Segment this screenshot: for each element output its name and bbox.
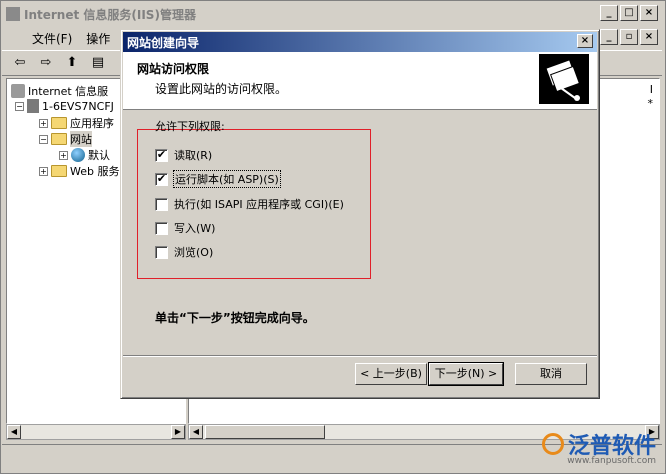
maximize-button[interactable]: □ <box>620 5 638 21</box>
tree-app-pools-label: 应用程序 <box>70 117 114 130</box>
tree-websites[interactable]: − 网站 <box>39 131 92 147</box>
brand-watermark: 泛普软件 www.fanpusoft.com <box>541 428 656 466</box>
cancel-button[interactable]: 取消 <box>515 363 587 385</box>
menu-file[interactable]: 文件(F) <box>32 30 72 47</box>
website-creation-wizard: 网站创建向导 × 网站访问权限 设置此网站的访问权限。 允许下列权限: ✔ 读取… <box>120 29 600 399</box>
execute-label: 执行(如 ISAPI 应用程序或 CGI)(E) <box>174 198 344 211</box>
tree-app-pools[interactable]: + 应用程序 <box>39 115 114 131</box>
folder-icon <box>51 133 67 145</box>
dialog-title: 网站创建向导 <box>127 35 200 50</box>
expand-icon[interactable]: + <box>39 118 48 128</box>
folder-icon <box>51 117 67 129</box>
next-button[interactable]: 下一步(N) > <box>428 362 504 386</box>
tree-web-ext[interactable]: + Web 服务 <box>39 163 119 179</box>
scroll-left-icon[interactable]: ◀ <box>7 425 21 439</box>
run-scripts-label: 运行脚本(如 ASP)(S) <box>173 170 281 188</box>
permission-browse[interactable]: 浏览(O) <box>155 244 213 260</box>
child-restore-button[interactable]: ▫ <box>620 29 638 45</box>
execute-checkbox[interactable] <box>155 197 168 211</box>
child-close-button[interactable]: × <box>640 29 658 45</box>
write-checkbox[interactable] <box>155 221 168 235</box>
dialog-header: 网站访问权限 设置此网站的访问权限。 <box>123 52 597 110</box>
brand-url: www.fanpusoft.com <box>567 456 656 466</box>
scroll-thumb[interactable] <box>205 425 325 439</box>
read-label: 读取(R) <box>174 149 213 162</box>
forward-arrow-icon[interactable]: ⇨ <box>36 53 56 73</box>
tree-root-label: Internet 信息服 <box>28 85 109 98</box>
permission-read[interactable]: ✔ 读取(R) <box>155 147 212 163</box>
tree-server-label: 1-6EVS7NCFJ <box>42 99 114 113</box>
expand-icon[interactable]: + <box>39 166 48 176</box>
close-button[interactable]: × <box>640 5 658 21</box>
read-checkbox[interactable]: ✔ <box>155 148 168 162</box>
scroll-left-icon[interactable]: ◀ <box>189 425 203 439</box>
browse-checkbox[interactable] <box>155 245 168 259</box>
row-marker: * <box>647 97 654 110</box>
write-label: 写入(W) <box>174 222 216 235</box>
tree-default-site-label: 默认 <box>88 149 110 162</box>
minimize-button[interactable]: _ <box>600 5 618 21</box>
server-icon <box>27 99 39 113</box>
permission-execute[interactable]: 执行(如 ISAPI 应用程序或 CGI)(E) <box>155 196 344 212</box>
run-scripts-checkbox[interactable]: ✔ <box>155 172 168 186</box>
back-arrow-icon[interactable]: ⇦ <box>10 53 30 73</box>
child-minimize-button[interactable]: _ <box>600 29 618 45</box>
tree-root[interactable]: Internet 信息服 <box>11 83 108 99</box>
tree-default-site[interactable]: + 默认 <box>59 147 110 163</box>
main-window-title: Internet 信息服务(IIS)管理器 <box>24 7 196 22</box>
permission-write[interactable]: 写入(W) <box>155 220 215 236</box>
dialog-titlebar: 网站创建向导 × <box>123 32 597 52</box>
column-header-marker: I <box>649 83 653 96</box>
scroll-right-icon[interactable]: ▶ <box>171 425 185 439</box>
show-tree-icon[interactable]: ▤ <box>88 53 108 73</box>
wizard-book-icon <box>539 54 589 104</box>
brand-logo-icon <box>541 433 564 455</box>
collapse-icon[interactable]: − <box>39 134 48 144</box>
finish-hint: 单击“下一步”按钮完成向导。 <box>155 311 315 325</box>
menu-action[interactable]: 操作 <box>86 30 110 47</box>
main-titlebar: Internet 信息服务(IIS)管理器 _ □ × <box>2 2 662 26</box>
collapse-icon[interactable]: − <box>15 101 24 111</box>
back-button[interactable]: < 上一步(B) <box>355 363 427 385</box>
dialog-close-button[interactable]: × <box>577 34 593 48</box>
folder-icon <box>51 165 67 177</box>
tree-web-ext-label: Web 服务 <box>70 165 120 178</box>
step-title: 网站访问权限 <box>137 62 210 76</box>
tree-server[interactable]: − 1-6EVS7NCFJ <box>15 99 114 113</box>
up-folder-icon[interactable]: ⬆ <box>62 53 82 73</box>
permission-run-scripts[interactable]: ✔ 运行脚本(如 ASP)(S) <box>155 170 281 188</box>
step-subtitle: 设置此网站的访问权限。 <box>155 82 288 96</box>
iis-app-icon <box>6 7 20 21</box>
browse-label: 浏览(O) <box>174 246 214 259</box>
tree-hscrollbar[interactable]: ◀ ▶ <box>6 424 186 440</box>
globe-icon <box>71 148 85 162</box>
expand-icon[interactable]: + <box>59 150 68 160</box>
permissions-group-label: 允许下列权限: <box>155 120 225 133</box>
iis-icon <box>11 84 25 98</box>
tree-websites-label: 网站 <box>70 131 92 147</box>
dialog-separator <box>123 355 597 357</box>
